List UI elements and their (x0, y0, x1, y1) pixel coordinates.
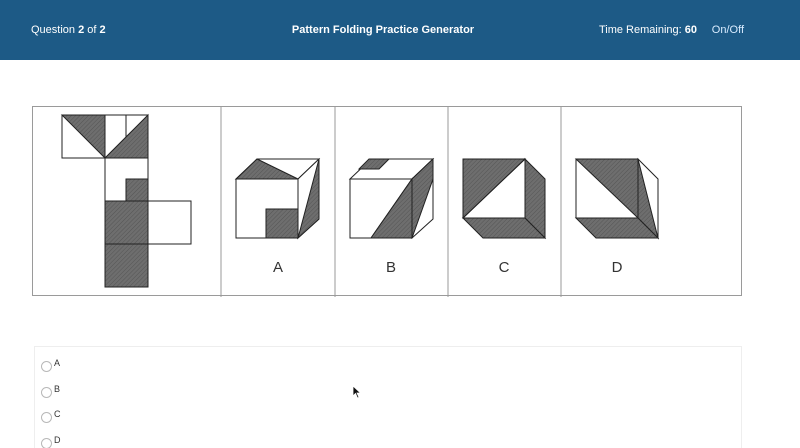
timer-toggle-link[interactable]: On/Off (712, 24, 744, 36)
cube-option-b (348, 157, 435, 240)
answer-label-d: D (54, 435, 61, 445)
time-remaining: Time Remaining: 60 (599, 24, 697, 36)
answer-option-c[interactable]: C (41, 406, 61, 423)
answer-label-a: A (54, 358, 61, 368)
radio-c[interactable] (41, 411, 52, 423)
answer-label-c: C (54, 409, 61, 419)
answer-option-d[interactable]: D (41, 432, 61, 448)
cube-option-a (234, 157, 321, 240)
mouse-cursor-icon (352, 385, 362, 399)
option-label-d: D (611, 259, 623, 276)
time-value: 60 (684, 24, 697, 36)
option-label-a: A (272, 259, 283, 276)
radio-b[interactable] (41, 386, 52, 398)
top-bar: Question 2 of 2 Pattern Folding Practice… (0, 0, 800, 60)
answer-option-b[interactable]: B (41, 381, 61, 398)
answer-choices: A B C D (34, 346, 742, 448)
option-label-b: B (385, 259, 396, 276)
answer-label-b: B (54, 384, 61, 394)
radio-a[interactable] (41, 360, 52, 372)
cube-option-c (461, 157, 547, 240)
answer-option-a[interactable]: A (41, 355, 61, 372)
time-label: Time Remaining: (598, 24, 685, 36)
cube-option-d (574, 157, 660, 240)
radio-d[interactable] (41, 437, 52, 448)
option-label-c: C (498, 259, 510, 276)
cube-net (60, 113, 192, 288)
